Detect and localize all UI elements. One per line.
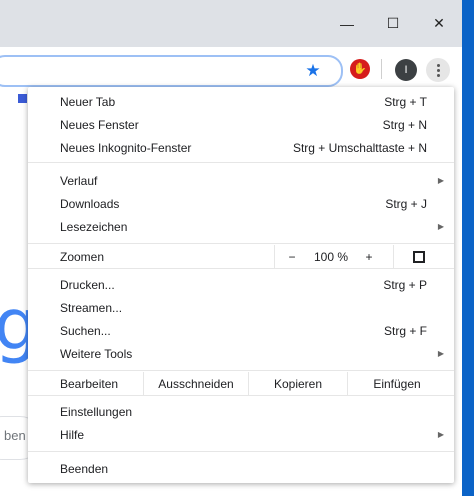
extension-icon[interactable]: ✋	[350, 59, 370, 79]
menu-item-label: Downloads	[60, 196, 120, 211]
title-bar: — ☐ ✕	[0, 0, 462, 47]
toolbar-divider	[381, 59, 382, 79]
submenu-arrow-icon: ▶	[437, 176, 444, 185]
menu-item-label: Lesezeichen	[60, 219, 128, 234]
menu-item-more-tools[interactable]: Weitere Tools ▶	[28, 342, 454, 365]
menu-separator	[28, 243, 454, 244]
edit-label: Bearbeiten	[60, 376, 119, 391]
menu-item-label: Einstellungen	[60, 404, 133, 419]
copy-button[interactable]: Kopieren	[249, 372, 347, 395]
menu-item-exit[interactable]: Beenden	[28, 457, 454, 480]
menu-separator	[28, 162, 454, 163]
maximize-icon: ☐	[386, 15, 400, 31]
menu-separator	[28, 370, 454, 371]
cut-button[interactable]: Ausschneiden	[144, 372, 248, 395]
fullscreen-icon[interactable]	[413, 251, 425, 263]
menu-item-label: Neues Fenster	[60, 117, 139, 132]
submenu-arrow-icon: ▶	[437, 430, 444, 439]
maximize-button[interactable]: ☐	[370, 0, 416, 47]
search-input-text: ben	[4, 428, 26, 443]
zoom-minus-icon: −	[288, 249, 296, 264]
menu-kebab-icon[interactable]	[426, 58, 450, 82]
zoom-divider	[393, 245, 394, 268]
bookmark-star-icon[interactable]: ★	[303, 61, 323, 81]
submenu-arrow-icon: ▶	[437, 222, 444, 231]
menu-item-cast[interactable]: Streamen...	[28, 296, 454, 319]
menu-item-label: Neuer Tab	[60, 94, 116, 109]
menu-item-label: Neues Inkognito-Fenster	[60, 140, 192, 155]
menu-item-shortcut: Strg + F	[383, 323, 427, 338]
zoom-level: 100 %	[313, 249, 349, 264]
menu-item-downloads[interactable]: Downloads Strg + J	[28, 192, 454, 215]
menu-item-print[interactable]: Drucken... Strg + P	[28, 273, 454, 296]
menu-item-history[interactable]: Verlauf ▶	[28, 169, 454, 192]
menu-item-new-tab[interactable]: Neuer Tab Strg + T	[28, 90, 454, 113]
menu-item-label: Drucken...	[60, 277, 115, 292]
menu-separator	[28, 268, 454, 269]
zoom-out-button[interactable]: −	[282, 245, 302, 268]
menu-item-help[interactable]: Hilfe ▶	[28, 423, 454, 446]
menu-item-new-incognito-window[interactable]: Neues Inkognito-Fenster Strg + Umschaltt…	[28, 136, 454, 159]
menu-separator	[28, 395, 454, 396]
menu-item-label: Beenden	[60, 461, 109, 476]
menu-item-shortcut: Strg + N	[382, 117, 427, 132]
zoom-plus-icon: +	[365, 249, 373, 264]
submenu-arrow-icon: ▶	[437, 349, 444, 358]
menu-item-shortcut: Strg + P	[383, 277, 427, 292]
zoom-in-button[interactable]: +	[358, 245, 380, 268]
menu-item-label: Verlauf	[60, 173, 98, 188]
menu-item-find[interactable]: Suchen... Strg + F	[28, 319, 454, 342]
close-icon: ✕	[433, 15, 445, 31]
address-bar[interactable]: ★	[0, 55, 343, 87]
menu-item-shortcut: Strg + Umschalttaste + N	[292, 140, 427, 155]
minimize-button[interactable]: —	[324, 0, 370, 47]
minimize-icon: —	[340, 15, 354, 32]
menu-separator	[28, 451, 454, 452]
menu-item-shortcut: Strg + J	[385, 196, 427, 211]
menu-item-label: Weitere Tools	[60, 346, 133, 361]
menu-item-bookmarks[interactable]: Lesezeichen ▶	[28, 215, 454, 238]
chrome-main-menu: Neuer Tab Strg + T Neues Fenster Strg + …	[28, 87, 454, 483]
profile-avatar[interactable]: I	[395, 59, 417, 81]
zoom-divider	[274, 245, 275, 268]
menu-item-new-window[interactable]: Neues Fenster Strg + N	[28, 113, 454, 136]
paste-button[interactable]: Einfügen	[348, 372, 446, 395]
bookmark-favicon-icon[interactable]	[18, 94, 27, 103]
menu-item-label: Hilfe	[60, 427, 85, 442]
close-button[interactable]: ✕	[416, 0, 462, 47]
menu-item-label: Suchen...	[60, 323, 111, 338]
menu-item-settings[interactable]: Einstellungen	[28, 400, 454, 423]
zoom-label: Zoomen	[60, 249, 105, 264]
menu-zoom-row: Zoomen	[28, 245, 454, 268]
menu-item-label: Streamen...	[60, 300, 123, 315]
menu-item-shortcut: Strg + T	[384, 94, 427, 109]
